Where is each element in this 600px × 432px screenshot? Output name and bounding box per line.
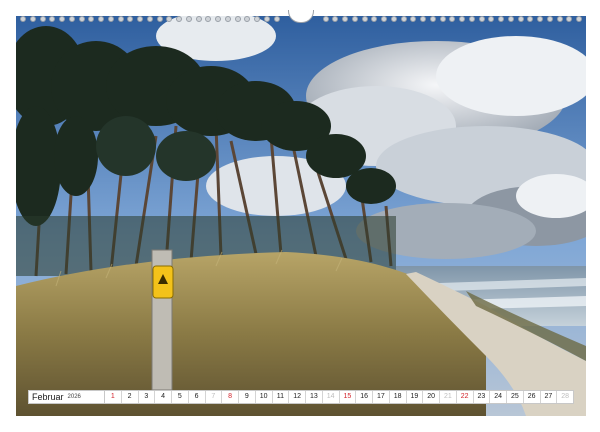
binding-hole	[400, 16, 407, 22]
binding-hole	[195, 16, 202, 22]
binding-hole	[332, 16, 339, 22]
calendar-strip: Februar 2026 1 2 3 4 5 6 7 8 9 10 11 12 13 14 15 16 17 18…	[28, 390, 574, 404]
binding-hole	[381, 16, 388, 22]
binding-hole	[537, 16, 544, 22]
binding-hole	[410, 16, 417, 22]
day-cell: 5	[172, 391, 189, 403]
binding-hole	[127, 16, 134, 22]
day-cell: 22	[457, 391, 474, 403]
day-cell: 26	[524, 391, 541, 403]
month-name: Februar	[32, 392, 64, 402]
day-cell: 25	[507, 391, 524, 403]
binding-hole	[205, 16, 212, 22]
binding-hole	[390, 16, 397, 22]
calendar-page: Februar 2026 1 2 3 4 5 6 7 8 9 10 11 12 13 14 15 16 17 18…	[0, 0, 600, 432]
binding-hole	[78, 16, 85, 22]
binding-hole	[215, 16, 222, 22]
binding-hole	[156, 16, 163, 22]
binding-hole	[98, 16, 105, 22]
binding-hole	[507, 16, 514, 22]
binding-hole	[254, 16, 261, 22]
binding-hole	[498, 16, 505, 22]
binding-hole	[449, 16, 456, 22]
day-cell: 11	[273, 391, 290, 403]
binding-hole	[176, 16, 183, 22]
binding-hole	[420, 16, 427, 22]
day-cell: 14	[323, 391, 340, 403]
binding-hole	[527, 16, 534, 22]
binding-hole	[322, 16, 329, 22]
binding-hole	[244, 16, 251, 22]
binding-hole	[224, 16, 231, 22]
day-cell: 13	[306, 391, 323, 403]
binding-hole	[166, 16, 173, 22]
binding-hole	[49, 16, 56, 22]
binding-hole	[263, 16, 270, 22]
binding-hole	[566, 16, 573, 22]
day-cell: 28	[561, 393, 570, 400]
day-cell: 24	[490, 391, 507, 403]
month-header: Februar 2026	[29, 391, 105, 403]
binding-hole	[29, 16, 36, 22]
binding-hole	[478, 16, 485, 22]
binding-hole	[273, 16, 280, 22]
binding-hole	[439, 16, 446, 22]
binding-hole	[68, 16, 75, 22]
binding-hole	[576, 16, 583, 22]
landscape-photo	[16, 16, 586, 416]
day-cell: 20	[423, 391, 440, 403]
binding-hole	[117, 16, 124, 22]
binding-hole	[185, 16, 192, 22]
binding-hole	[371, 16, 378, 22]
binding-hole	[234, 16, 241, 22]
day-cell: 1	[105, 391, 122, 403]
day-cell: 18	[390, 391, 407, 403]
binding-hole	[342, 16, 349, 22]
day-cell: 16	[356, 391, 373, 403]
day-cell: 7	[206, 391, 223, 403]
binding-hole	[137, 16, 144, 22]
day-cell: 12	[289, 391, 306, 403]
day-cell: 6	[189, 391, 206, 403]
binding-hole	[488, 16, 495, 22]
month-year: 2026	[67, 394, 81, 400]
binding-hole	[146, 16, 153, 22]
binding-hole	[517, 16, 524, 22]
day-cell: 8	[222, 391, 239, 403]
day-list: 1 2 3 4 5 6 7 8 9 10 11 12 13 14 15 16 17 18 19 20 21 22 23 24 2…	[105, 391, 573, 403]
day-cell: 19	[407, 391, 424, 403]
binding-hole	[429, 16, 436, 22]
day-cell: 2	[122, 391, 139, 403]
day-cell: 4	[155, 391, 172, 403]
day-cell: 10	[256, 391, 273, 403]
binding-hole	[20, 16, 26, 22]
binding-hole	[351, 16, 358, 22]
day-cell: 23	[474, 391, 491, 403]
binding-hole	[88, 16, 95, 22]
day-cell: 9	[239, 391, 256, 403]
binding-hole	[556, 16, 563, 22]
landscape-illustration	[16, 16, 586, 416]
day-cell: 27	[541, 391, 558, 403]
binding-hole	[546, 16, 553, 22]
binding-hole	[59, 16, 66, 22]
binding-hole	[468, 16, 475, 22]
binding-hole	[107, 16, 114, 22]
day-cell: 21	[440, 391, 457, 403]
day-cell: 17	[373, 391, 390, 403]
binding-hole	[39, 16, 46, 22]
day-cell: 15	[340, 391, 357, 403]
binding-hole	[361, 16, 368, 22]
day-cell: 3	[139, 391, 156, 403]
binding-hole	[459, 16, 466, 22]
